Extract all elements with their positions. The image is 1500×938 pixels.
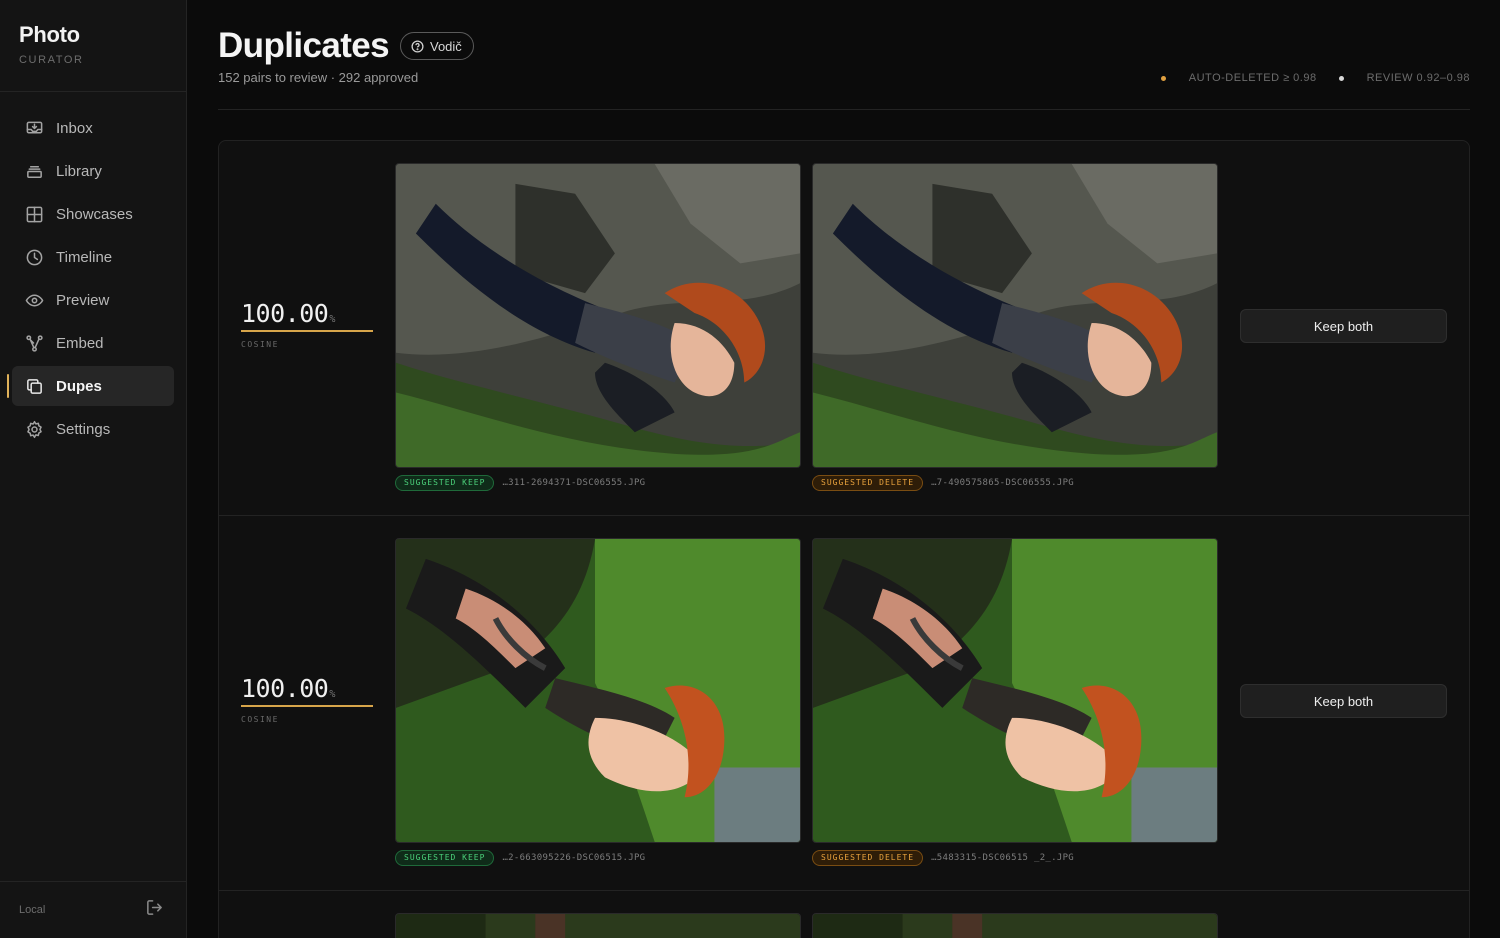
- inbox-icon: [24, 118, 44, 138]
- threshold-legend: AUTO-DELETED ≥ 0.98 REVIEW 0.92–0.98: [1139, 72, 1470, 84]
- sidebar-item-label: Inbox: [56, 119, 93, 137]
- duplicate-pairs-list: 100.00% COSINE SUGGESTED KEEP …311-26943…: [218, 140, 1470, 938]
- photo-thumbnail-keep[interactable]: [395, 163, 801, 468]
- file-name: …7-490575865-DSC06555.JPG: [931, 478, 1075, 488]
- page-title: Duplicates: [218, 26, 390, 65]
- sidebar-item-library[interactable]: Library: [12, 151, 174, 191]
- legend-label: REVIEW 0.92–0.98: [1366, 72, 1470, 84]
- similarity-score: 100.00% COSINE: [241, 299, 373, 349]
- storage-mode-label: Local: [19, 904, 46, 916]
- photo-thumbnail-keep[interactable]: [395, 538, 801, 843]
- duplicate-pair: [219, 891, 1469, 938]
- score-metric: COSINE: [241, 340, 279, 349]
- clock-icon: [24, 247, 44, 267]
- photo-caption-delete: SUGGESTED DELETE …5483315-DSC06515 _2_.J…: [812, 850, 1074, 866]
- file-name: …311-2694371-DSC06555.JPG: [502, 478, 646, 488]
- copy-icon: [24, 376, 44, 396]
- score-value: 100.00: [241, 674, 329, 703]
- photo-thumbnail-delete[interactable]: [812, 538, 1218, 843]
- file-name: …5483315-DSC06515 _2_.JPG: [931, 853, 1075, 863]
- legend-label: AUTO-DELETED ≥ 0.98: [1188, 72, 1317, 84]
- app-subtitle: CURATOR: [19, 54, 84, 66]
- guide-button[interactable]: Vodič: [400, 32, 474, 60]
- score-unit: %: [329, 689, 335, 700]
- embed-icon: [24, 333, 44, 353]
- guide-button-label: Vodič: [430, 38, 462, 54]
- photo-thumbnail-delete[interactable]: [812, 163, 1218, 468]
- sidebar-item-label: Timeline: [56, 248, 113, 266]
- photo-caption-delete: SUGGESTED DELETE …7-490575865-DSC06555.J…: [812, 475, 1074, 491]
- sidebar-item-settings[interactable]: Settings: [12, 409, 174, 449]
- sidebar-item-inbox[interactable]: Inbox: [12, 108, 174, 148]
- sidebar-item-showcases[interactable]: Showcases: [12, 194, 174, 234]
- sidebar-item-embed[interactable]: Embed: [12, 323, 174, 363]
- sidebar-item-label: Embed: [56, 334, 104, 352]
- gear-icon: [24, 419, 44, 439]
- duplicate-pair: 100.00% COSINE: [219, 516, 1469, 891]
- sidebar-item-label: Preview: [56, 291, 110, 309]
- sidebar-footer: Local: [0, 881, 186, 938]
- score-unit: %: [329, 314, 335, 325]
- score-metric: COSINE: [241, 715, 279, 724]
- suggested-keep-badge: SUGGESTED KEEP: [395, 850, 495, 866]
- sidebar-item-preview[interactable]: Preview: [12, 280, 174, 320]
- sidebar: Photo CURATOR Inbox Library Showcases Ti…: [0, 0, 187, 938]
- legend-item-review: REVIEW 0.92–0.98: [1338, 72, 1470, 84]
- legend-dot: [1338, 75, 1344, 81]
- sidebar-item-timeline[interactable]: Timeline: [12, 237, 174, 277]
- photo-caption-keep: SUGGESTED KEEP …2-663095226-DSC06515.JPG: [395, 850, 645, 866]
- photo-thumbnail-keep[interactable]: [395, 913, 801, 938]
- keep-both-button[interactable]: Keep both: [1240, 684, 1447, 718]
- sidebar-item-label: Showcases: [56, 205, 133, 223]
- keep-both-button[interactable]: Keep both: [1240, 309, 1447, 343]
- brand: Photo CURATOR: [0, 0, 186, 92]
- main-content: Duplicates Vodič 152 pairs to review · 2…: [187, 0, 1500, 938]
- page-header: Duplicates Vodič 152 pairs to review · 2…: [218, 26, 1470, 110]
- eye-icon: [24, 290, 44, 310]
- help-icon: [411, 39, 424, 53]
- app-title: Photo: [19, 22, 80, 47]
- suggested-keep-badge: SUGGESTED KEEP: [395, 475, 495, 491]
- suggested-delete-badge: SUGGESTED DELETE: [812, 475, 924, 491]
- sidebar-item-label: Settings: [56, 420, 111, 438]
- library-icon: [24, 161, 44, 181]
- file-name: …2-663095226-DSC06515.JPG: [502, 853, 646, 863]
- photo-caption-keep: SUGGESTED KEEP …311-2694371-DSC06555.JPG: [395, 475, 645, 491]
- photo-thumbnail-delete[interactable]: [812, 913, 1218, 938]
- suggested-delete-badge: SUGGESTED DELETE: [812, 850, 924, 866]
- grid-icon: [24, 204, 44, 224]
- legend-item-auto-deleted: AUTO-DELETED ≥ 0.98: [1160, 72, 1317, 84]
- logout-icon[interactable]: [145, 898, 164, 922]
- legend-dot: [1160, 75, 1166, 81]
- similarity-score: 100.00% COSINE: [241, 674, 373, 724]
- score-value: 100.00: [241, 299, 329, 328]
- sidebar-nav: Inbox Library Showcases Timeline Preview…: [0, 92, 186, 449]
- sidebar-item-label: Dupes: [56, 377, 102, 395]
- sidebar-item-dupes[interactable]: Dupes: [7, 366, 174, 406]
- duplicate-pair: 100.00% COSINE: [219, 141, 1469, 516]
- sidebar-item-label: Library: [56, 162, 102, 180]
